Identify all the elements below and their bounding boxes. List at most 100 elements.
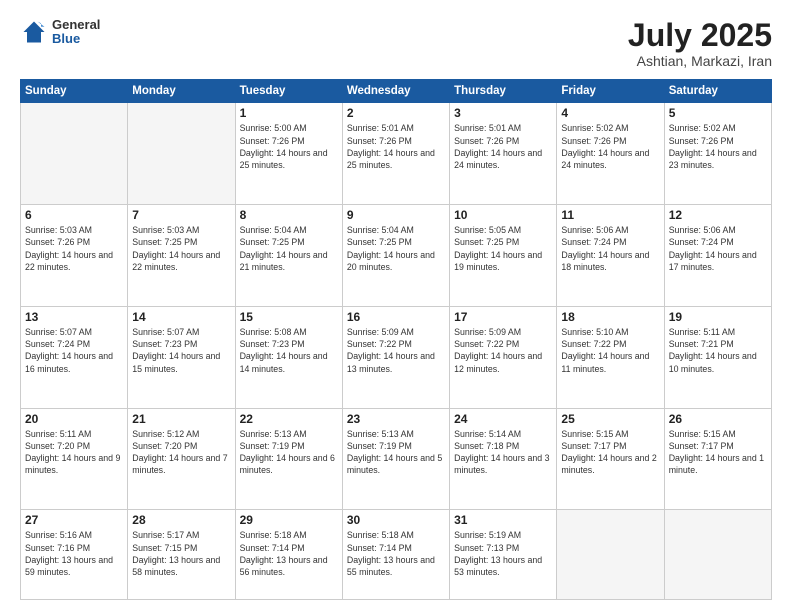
calendar-day-header: Sunday (21, 80, 128, 103)
calendar-cell: 3 Sunrise: 5:01 AM Sunset: 7:26 PM Daylig… (450, 103, 557, 205)
calendar-week-row: 20 Sunrise: 5:11 AM Sunset: 7:20 PM Dayli… (21, 408, 772, 510)
day-number: 25 (561, 412, 659, 426)
cell-info: Sunrise: 5:07 AM Sunset: 7:23 PM Dayligh… (132, 326, 230, 375)
calendar-table: SundayMondayTuesdayWednesdayThursdayFrid… (20, 79, 772, 600)
calendar-cell: 5Sunrise: 5:02 AM Sunset: 7:26 PM Daylig… (664, 103, 771, 205)
calendar-cell: 18 Sunrise: 5:10 AM Sunset: 7:22 PM Dayli… (557, 306, 664, 408)
calendar-cell: 21 Sunrise: 5:12 AM Sunset: 7:20 PM Dayli… (128, 408, 235, 510)
day-number: 27 (25, 513, 123, 527)
calendar-week-row: 6 Sunrise: 5:03 AM Sunset: 7:26 PM Daylig… (21, 204, 772, 306)
day-number: 20 (25, 412, 123, 426)
calendar-cell: 26Sunrise: 5:15 AM Sunset: 7:17 PM Dayli… (664, 408, 771, 510)
calendar-cell: 17 Sunrise: 5:09 AM Sunset: 7:22 PM Dayli… (450, 306, 557, 408)
day-number: 9 (347, 208, 445, 222)
calendar-week-row: 27 Sunrise: 5:16 AM Sunset: 7:16 PM Dayli… (21, 510, 772, 600)
cell-info: Sunrise: 5:01 AM Sunset: 7:26 PM Dayligh… (347, 122, 445, 171)
cell-info: Sunrise: 5:12 AM Sunset: 7:20 PM Dayligh… (132, 428, 230, 477)
day-number: 29 (240, 513, 338, 527)
cell-info: Sunrise: 5:17 AM Sunset: 7:15 PM Dayligh… (132, 529, 230, 578)
logo: General Blue (20, 18, 100, 47)
cell-info: Sunrise: 5:14 AM Sunset: 7:18 PM Dayligh… (454, 428, 552, 477)
cell-info: Sunrise: 5:09 AM Sunset: 7:22 PM Dayligh… (454, 326, 552, 375)
cell-info: Sunrise: 5:06 AM Sunset: 7:24 PM Dayligh… (561, 224, 659, 273)
cell-info: Sunrise: 5:16 AM Sunset: 7:16 PM Dayligh… (25, 529, 123, 578)
calendar-cell: 8Sunrise: 5:04 AM Sunset: 7:25 PM Daylig… (235, 204, 342, 306)
calendar-cell: 23Sunrise: 5:13 AM Sunset: 7:19 PM Dayli… (342, 408, 449, 510)
location-subtitle: Ashtian, Markazi, Iran (628, 53, 772, 69)
day-number: 3 (454, 106, 552, 120)
cell-info: Sunrise: 5:00 AM Sunset: 7:26 PM Dayligh… (240, 122, 338, 171)
header: General Blue July 2025 Ashtian, Markazi,… (20, 18, 772, 69)
calendar-cell: 1 Sunrise: 5:00 AM Sunset: 7:26 PM Daylig… (235, 103, 342, 205)
day-number: 18 (561, 310, 659, 324)
day-number: 14 (132, 310, 230, 324)
cell-info: Sunrise: 5:15 AM Sunset: 7:17 PM Dayligh… (561, 428, 659, 477)
calendar-day-header: Wednesday (342, 80, 449, 103)
cell-info: Sunrise: 5:15 AM Sunset: 7:17 PM Dayligh… (669, 428, 767, 477)
cell-info: Sunrise: 5:02 AM Sunset: 7:26 PM Dayligh… (669, 122, 767, 171)
cell-info: Sunrise: 5:03 AM Sunset: 7:26 PM Dayligh… (25, 224, 123, 273)
calendar-cell (664, 510, 771, 600)
calendar-day-header: Monday (128, 80, 235, 103)
title-block: July 2025 Ashtian, Markazi, Iran (628, 18, 772, 69)
calendar-cell: 22Sunrise: 5:13 AM Sunset: 7:19 PM Dayli… (235, 408, 342, 510)
calendar-cell: 19 Sunrise: 5:11 AM Sunset: 7:21 PM Dayli… (664, 306, 771, 408)
day-number: 22 (240, 412, 338, 426)
day-number: 6 (25, 208, 123, 222)
day-number: 30 (347, 513, 445, 527)
cell-info: Sunrise: 5:18 AM Sunset: 7:14 PM Dayligh… (240, 529, 338, 578)
calendar-cell: 28 Sunrise: 5:17 AM Sunset: 7:15 PM Dayli… (128, 510, 235, 600)
day-number: 19 (669, 310, 767, 324)
calendar-cell: 24 Sunrise: 5:14 AM Sunset: 7:18 PM Dayli… (450, 408, 557, 510)
day-number: 8 (240, 208, 338, 222)
calendar-cell: 30 Sunrise: 5:18 AM Sunset: 7:14 PM Dayli… (342, 510, 449, 600)
day-number: 11 (561, 208, 659, 222)
cell-info: Sunrise: 5:11 AM Sunset: 7:21 PM Dayligh… (669, 326, 767, 375)
cell-info: Sunrise: 5:09 AM Sunset: 7:22 PM Dayligh… (347, 326, 445, 375)
calendar-cell: 14 Sunrise: 5:07 AM Sunset: 7:23 PM Dayli… (128, 306, 235, 408)
calendar-cell: 31 Sunrise: 5:19 AM Sunset: 7:13 PM Dayli… (450, 510, 557, 600)
calendar-cell: 9Sunrise: 5:04 AM Sunset: 7:25 PM Daylig… (342, 204, 449, 306)
day-number: 4 (561, 106, 659, 120)
calendar-cell: 6 Sunrise: 5:03 AM Sunset: 7:26 PM Daylig… (21, 204, 128, 306)
day-number: 24 (454, 412, 552, 426)
calendar-cell: 25 Sunrise: 5:15 AM Sunset: 7:17 PM Dayli… (557, 408, 664, 510)
logo-text: General Blue (52, 18, 100, 47)
cell-info: Sunrise: 5:10 AM Sunset: 7:22 PM Dayligh… (561, 326, 659, 375)
calendar-cell: 12Sunrise: 5:06 AM Sunset: 7:24 PM Dayli… (664, 204, 771, 306)
calendar-day-header: Friday (557, 80, 664, 103)
cell-info: Sunrise: 5:03 AM Sunset: 7:25 PM Dayligh… (132, 224, 230, 273)
cell-info: Sunrise: 5:08 AM Sunset: 7:23 PM Dayligh… (240, 326, 338, 375)
day-number: 2 (347, 106, 445, 120)
day-number: 15 (240, 310, 338, 324)
day-number: 28 (132, 513, 230, 527)
calendar-cell: 29 Sunrise: 5:18 AM Sunset: 7:14 PM Dayli… (235, 510, 342, 600)
day-number: 17 (454, 310, 552, 324)
day-number: 12 (669, 208, 767, 222)
cell-info: Sunrise: 5:11 AM Sunset: 7:20 PM Dayligh… (25, 428, 123, 477)
calendar-week-row: 13Sunrise: 5:07 AM Sunset: 7:24 PM Dayli… (21, 306, 772, 408)
calendar-cell (128, 103, 235, 205)
calendar-day-header: Tuesday (235, 80, 342, 103)
calendar-cell: 10Sunrise: 5:05 AM Sunset: 7:25 PM Dayli… (450, 204, 557, 306)
calendar-cell: 13Sunrise: 5:07 AM Sunset: 7:24 PM Dayli… (21, 306, 128, 408)
cell-info: Sunrise: 5:18 AM Sunset: 7:14 PM Dayligh… (347, 529, 445, 578)
day-number: 16 (347, 310, 445, 324)
calendar-day-header: Saturday (664, 80, 771, 103)
calendar-cell: 2 Sunrise: 5:01 AM Sunset: 7:26 PM Daylig… (342, 103, 449, 205)
calendar-cell: 15 Sunrise: 5:08 AM Sunset: 7:23 PM Dayli… (235, 306, 342, 408)
logo-icon (20, 18, 48, 46)
day-number: 7 (132, 208, 230, 222)
calendar-cell (557, 510, 664, 600)
page: General Blue July 2025 Ashtian, Markazi,… (0, 0, 792, 612)
cell-info: Sunrise: 5:01 AM Sunset: 7:26 PM Dayligh… (454, 122, 552, 171)
calendar-cell: 4Sunrise: 5:02 AM Sunset: 7:26 PM Daylig… (557, 103, 664, 205)
cell-info: Sunrise: 5:19 AM Sunset: 7:13 PM Dayligh… (454, 529, 552, 578)
calendar-cell: 16 Sunrise: 5:09 AM Sunset: 7:22 PM Dayli… (342, 306, 449, 408)
day-number: 31 (454, 513, 552, 527)
logo-blue: Blue (52, 32, 100, 46)
day-number: 1 (240, 106, 338, 120)
cell-info: Sunrise: 5:13 AM Sunset: 7:19 PM Dayligh… (347, 428, 445, 477)
day-number: 21 (132, 412, 230, 426)
calendar-cell: 11 Sunrise: 5:06 AM Sunset: 7:24 PM Dayli… (557, 204, 664, 306)
